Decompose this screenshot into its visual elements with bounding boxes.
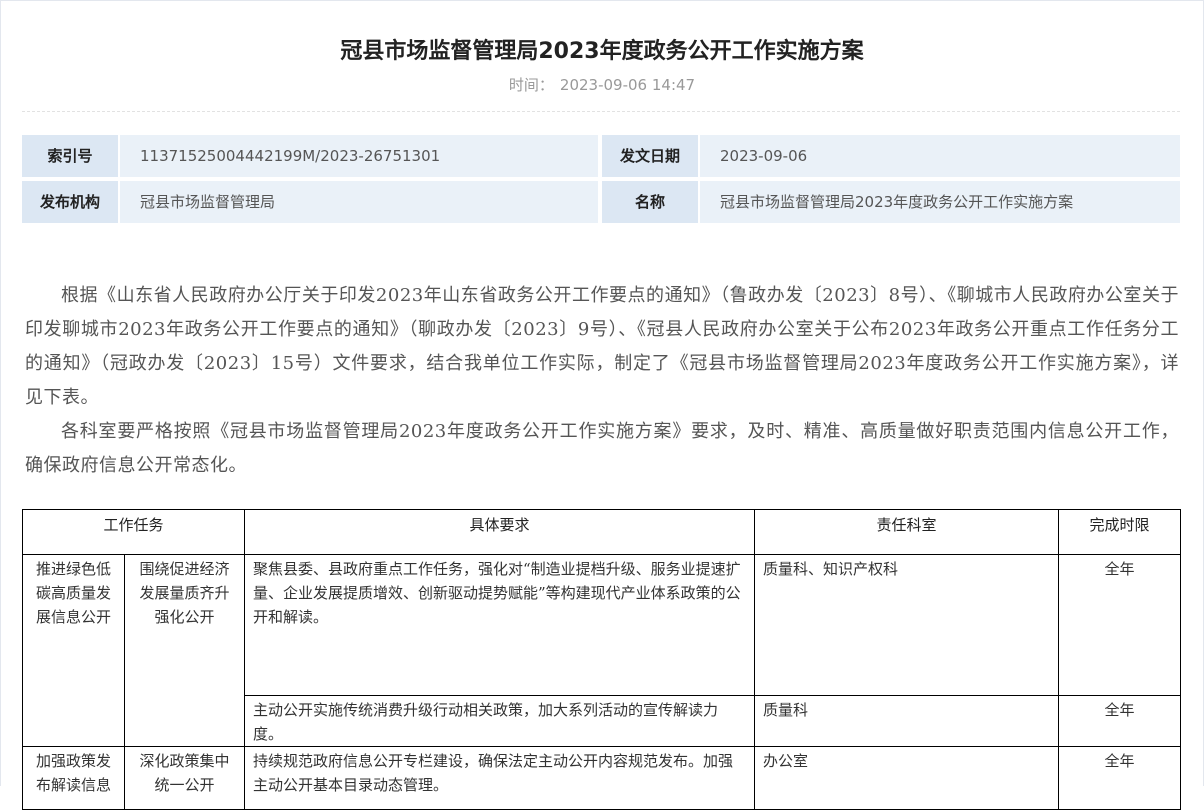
table-header-row: 工作任务 具体要求 责任科室 完成时限 <box>21 509 1182 555</box>
requirement-cell: 主动公开实施传统消费升级行动相关政策，加大系列活动的宣传解读力度。 <box>244 695 756 747</box>
header-requirement: 具体要求 <box>244 509 756 555</box>
table-row: 加强政策发布解读信息 深化政策集中统一公开 持续规范政府信息公开专栏建设，确保法… <box>22 746 1182 810</box>
name-label: 名称 <box>602 181 698 223</box>
publish-time: 时间： 2023-09-06 14:47 <box>0 74 1204 95</box>
deadline-cell: 全年 <box>1058 695 1182 747</box>
index-value: 11371525004442199M/2023-26751301 <box>120 135 598 177</box>
org-value: 冠县市场监督管理局 <box>120 181 598 223</box>
date-value: 2023-09-06 <box>700 135 1180 177</box>
department-cell: 办公室 <box>754 746 1060 810</box>
table-row: 推进绿色低碳高质量发展信息公开 围绕促进经济发展量质齐升强化公开 聚焦县委、县政… <box>22 554 1182 747</box>
header-department: 责任科室 <box>754 509 1060 555</box>
subtask-cell: 深化政策集中统一公开 <box>123 746 246 810</box>
requirement-cell: 持续规范政府信息公开专栏建设，确保法定主动公开内容规范发布。加强主动公开基本目录… <box>244 746 756 810</box>
task-cell: 加强政策发布解读信息 <box>22 746 125 810</box>
header-task: 工作任务 <box>21 509 246 555</box>
task-cell: 推进绿色低碳高质量发展信息公开 <box>22 554 125 747</box>
body-paragraph-1: 根据《山东省人民政府办公厅关于印发2023年山东省政务公开工作要点的通知》（鲁政… <box>25 285 1179 408</box>
subtask-cell: 围绕促进经济发展量质齐升强化公开 <box>123 554 246 747</box>
publish-time-value: 2023-09-06 14:47 <box>559 76 696 94</box>
article-title: 冠县市场监督管理局2023年度政务公开工作实施方案 <box>340 39 864 64</box>
task-table: 工作任务 具体要求 责任科室 完成时限 推进绿色低碳高质量发展信息公开 围绕促进… <box>21 509 1182 810</box>
index-label: 索引号 <box>22 135 118 177</box>
requirement-cell: 聚焦县委、县政府重点工作任务，强化对“制造业提档升级、服务业提速扩量、企业发展提… <box>244 554 756 696</box>
publish-time-label: 时间： <box>508 76 554 94</box>
body-paragraph-2: 各科室要严格按照《冠县市场监督管理局2023年度政务公开工作实施方案》要求，及时… <box>25 421 1179 476</box>
org-label: 发布机构 <box>22 181 118 223</box>
header-deadline: 完成时限 <box>1058 509 1182 555</box>
department-cell: 质量科 <box>754 695 1060 747</box>
name-value: 冠县市场监督管理局2023年度政务公开工作实施方案 <box>700 181 1180 223</box>
deadline-cell: 全年 <box>1058 746 1182 810</box>
metadata-table: 索引号 11371525004442199M/2023-26751301 发文日… <box>22 135 1180 223</box>
date-label: 发文日期 <box>602 135 698 177</box>
article-body: 根据《山东省人民政府办公厅关于印发2023年山东省政务公开工作要点的通知》（鲁政… <box>25 279 1179 483</box>
title-divider <box>22 111 1180 112</box>
department-cell: 质量科、知识产权科 <box>754 554 1060 696</box>
deadline-cell: 全年 <box>1058 554 1182 696</box>
